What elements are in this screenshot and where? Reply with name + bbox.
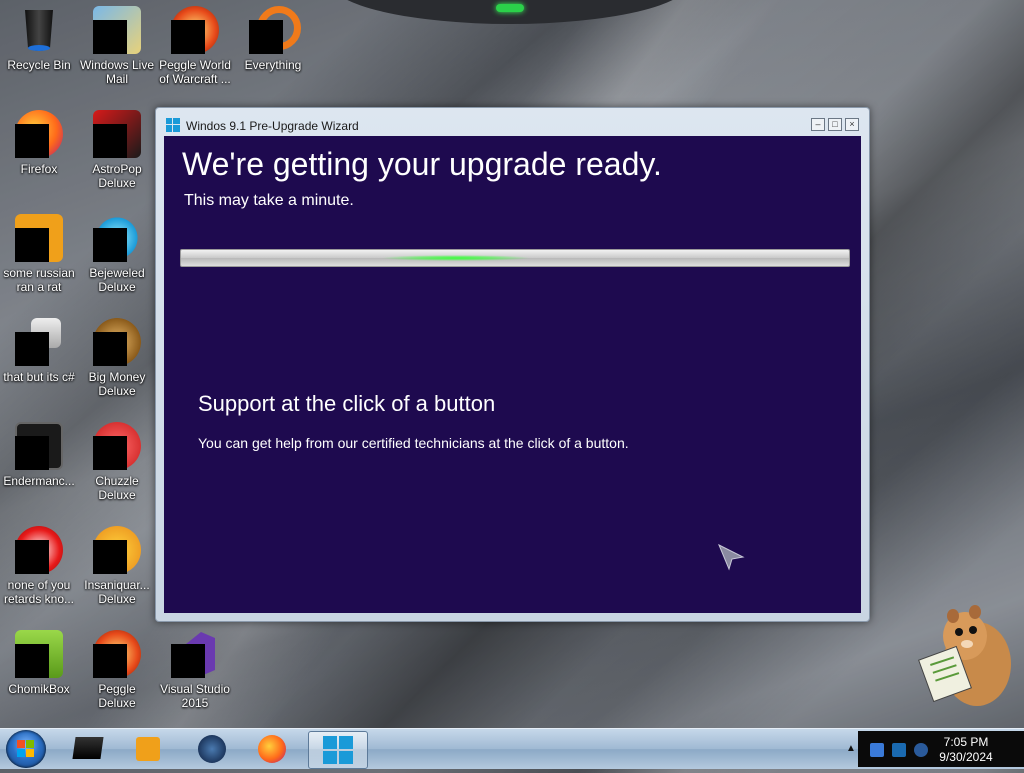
desktop-icon-big-money[interactable]: Big Money Deluxe bbox=[78, 318, 156, 398]
orb-icon bbox=[15, 526, 63, 574]
rat-icon bbox=[15, 214, 63, 262]
media-player-icon bbox=[136, 737, 160, 761]
windows-stack-icon bbox=[15, 318, 63, 366]
desktop-icon-c-sharp[interactable]: that but its c# bbox=[0, 318, 78, 384]
system-tray: ▲ 7:05 PM 9/30/2024 bbox=[846, 731, 1024, 767]
visual-studio-icon bbox=[171, 630, 219, 678]
mouse-cursor-icon bbox=[717, 543, 745, 576]
tray-expand-icon[interactable]: ▲ bbox=[846, 743, 856, 754]
desktop-icon-orb[interactable]: none of you retards kno... bbox=[0, 526, 78, 606]
desktop-icon-peggle-wow[interactable]: Peggle World of Warcraft ... bbox=[156, 6, 234, 86]
progress-bar bbox=[180, 249, 850, 267]
terminal-icon bbox=[15, 422, 63, 470]
everything-search-icon bbox=[249, 6, 301, 54]
taskbar-firefox[interactable] bbox=[246, 731, 298, 767]
minimize-button[interactable]: – bbox=[811, 118, 825, 131]
desktop-icon-visual-studio[interactable]: Visual Studio 2015 bbox=[156, 630, 234, 710]
peggle-deluxe-icon bbox=[93, 630, 141, 678]
big-money-icon bbox=[93, 318, 141, 366]
hamster-mascot-image bbox=[915, 600, 1015, 712]
desktop-icon-bejeweled[interactable]: Bejeweled Deluxe bbox=[78, 214, 156, 294]
media-center-icon bbox=[72, 737, 104, 759]
support-description: You can get help from our certified tech… bbox=[198, 435, 629, 451]
window-titlebar[interactable]: Windos 9.1 Pre-Upgrade Wizard – □ × bbox=[156, 108, 869, 136]
firefox-taskbar-icon bbox=[258, 735, 286, 763]
support-heading: Support at the click of a button bbox=[198, 391, 496, 416]
steam-icon bbox=[198, 735, 226, 763]
desktop-icon-rat[interactable]: some russian ran a rat bbox=[0, 214, 78, 294]
chomikbox-icon bbox=[15, 630, 63, 678]
clock-time: 7:05 PM bbox=[943, 735, 989, 749]
windows-logo-icon bbox=[166, 118, 180, 132]
windows-live-mail-icon bbox=[93, 6, 141, 54]
taskbar-upgrade-wizard[interactable] bbox=[308, 731, 368, 769]
wizard-content: We're getting your upgrade ready. This m… bbox=[164, 136, 861, 613]
start-orb[interactable] bbox=[6, 730, 46, 768]
desktop-icon-insaniquarium[interactable]: Insaniquar... Deluxe bbox=[78, 526, 156, 606]
top-bezel bbox=[330, 0, 690, 24]
tray-clock[interactable]: 7:05 PM 9/30/2024 bbox=[926, 735, 1006, 765]
taskbar-steam[interactable] bbox=[186, 731, 238, 767]
upgrade-wizard-window[interactable]: Windos 9.1 Pre-Upgrade Wizard – □ × We'r… bbox=[155, 107, 870, 622]
taskbar-media-center[interactable] bbox=[62, 731, 114, 767]
recycle-bin-icon bbox=[15, 6, 63, 54]
desktop-icon-windows-live-mail[interactable]: Windows Live Mail bbox=[78, 6, 156, 86]
desktop-icon-firefox[interactable]: Firefox bbox=[0, 110, 78, 176]
desktop-icon-endermanch[interactable]: Endermanc... bbox=[0, 422, 78, 488]
desktop-icon-recycle-bin[interactable]: Recycle Bin bbox=[0, 6, 78, 72]
status-led bbox=[496, 4, 524, 12]
desktop-icon-chomikbox[interactable]: ChomikBox bbox=[0, 630, 78, 696]
taskbar-media-player[interactable] bbox=[122, 731, 174, 767]
taskbar: ▲ 7:05 PM 9/30/2024 bbox=[0, 728, 1024, 769]
tray-network-icon[interactable] bbox=[892, 743, 906, 757]
astropop-icon bbox=[93, 110, 141, 158]
page-subtitle: This may take a minute. bbox=[184, 192, 354, 209]
page-title: We're getting your upgrade ready. bbox=[182, 146, 662, 182]
peggle-icon bbox=[171, 6, 219, 54]
maximize-button[interactable]: □ bbox=[828, 118, 842, 131]
desktop-icon-chuzzle[interactable]: Chuzzle Deluxe bbox=[78, 422, 156, 502]
tray-shield-icon[interactable] bbox=[870, 743, 884, 757]
progress-glow bbox=[381, 255, 531, 261]
windows-wizard-icon bbox=[323, 736, 353, 764]
clock-date: 9/30/2024 bbox=[939, 750, 993, 764]
insaniquarium-icon bbox=[93, 526, 141, 574]
close-button[interactable]: × bbox=[845, 118, 859, 131]
desktop-icon-everything[interactable]: Everything bbox=[234, 6, 312, 72]
firefox-icon bbox=[15, 110, 63, 158]
desktop-icon-peggle-deluxe[interactable]: Peggle Deluxe bbox=[78, 630, 156, 710]
chuzzle-icon bbox=[93, 422, 141, 470]
desktop-icon-astropop[interactable]: AstroPop Deluxe bbox=[78, 110, 156, 190]
window-title: Windos 9.1 Pre-Upgrade Wizard bbox=[186, 119, 359, 133]
bejeweled-icon bbox=[93, 214, 141, 262]
